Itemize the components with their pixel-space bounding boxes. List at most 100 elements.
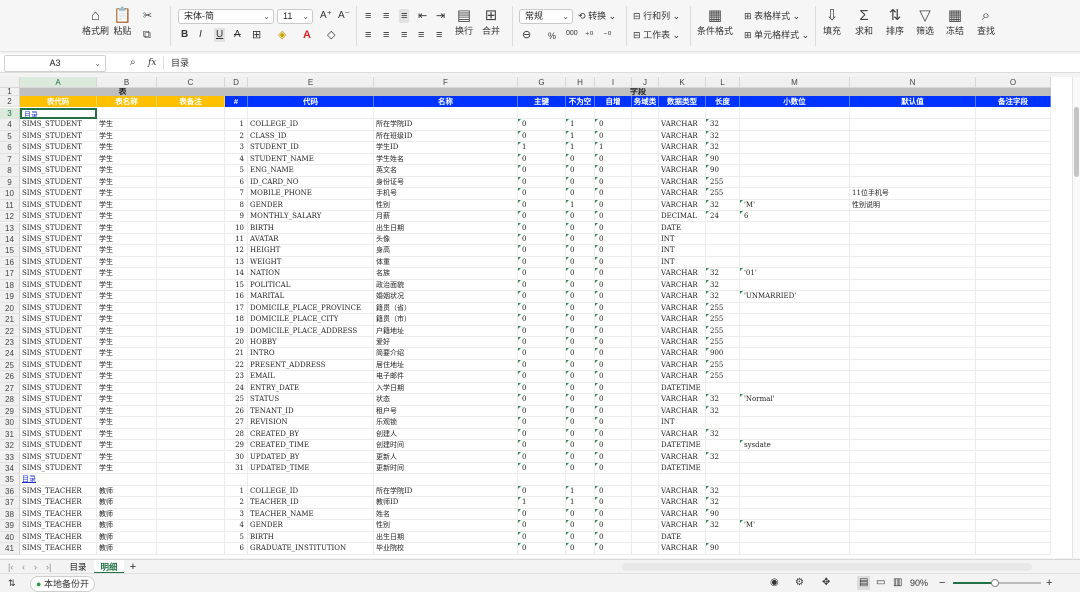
table-cell[interactable]: VARCHAR (659, 302, 706, 315)
table-cell[interactable]: 32 (706, 428, 740, 441)
table-cell[interactable]: AVATAR (248, 233, 374, 246)
table-cell[interactable]: 8 (225, 199, 248, 212)
table-cell[interactable]: HEIGHT (248, 245, 374, 257)
row-number[interactable]: 27 (0, 382, 20, 395)
table-cell[interactable]: 学生ID (374, 142, 518, 154)
table-cell[interactable]: DATE (659, 531, 706, 544)
table-cell[interactable] (850, 302, 976, 315)
italic-icon[interactable]: I (199, 28, 202, 42)
table-cell[interactable]: 教师 (97, 497, 157, 509)
table-cell[interactable]: 32 (706, 199, 740, 212)
table-cell[interactable]: SIMS_STUDENT (20, 314, 97, 326)
table-cell[interactable] (740, 508, 850, 521)
table-cell[interactable]: 0 (595, 394, 632, 406)
eye-icon[interactable]: ◉ (770, 576, 779, 590)
table-cell[interactable]: 1 (595, 142, 632, 154)
table-cell[interactable] (518, 474, 566, 486)
table-cell[interactable]: VARCHAR (659, 130, 706, 143)
row-number[interactable]: 13 (0, 222, 20, 234)
table-cell[interactable] (850, 485, 976, 498)
distribute-icon[interactable]: ≡ (436, 28, 442, 42)
row-number[interactable]: 35 (0, 474, 20, 486)
table-cell[interactable]: 英文名 (374, 165, 518, 177)
table-cell[interactable]: 0 (518, 165, 566, 177)
table-cell[interactable]: 0 (566, 291, 595, 303)
table-cell[interactable]: 0 (518, 211, 566, 223)
table-cell[interactable]: 0 (566, 245, 595, 257)
row-number[interactable]: 31 (0, 428, 20, 441)
table-cell[interactable]: 0 (566, 348, 595, 360)
table-cell[interactable]: SIMS_STUDENT (20, 199, 97, 212)
table-cell[interactable] (740, 245, 850, 257)
table-cell[interactable]: 0 (595, 188, 632, 200)
table-cell[interactable] (632, 302, 659, 315)
table-cell[interactable]: VARCHAR (659, 153, 706, 166)
table-cell[interactable]: DOMICILE_PLACE_PROVINCE (248, 302, 374, 315)
table-cell[interactable] (706, 233, 740, 246)
table-cell[interactable]: SIMS_STUDENT (20, 153, 97, 166)
table-cell[interactable]: SIMS_STUDENT (20, 165, 97, 177)
table-cell[interactable]: 0 (595, 222, 632, 234)
table-cell[interactable]: 0 (566, 176, 595, 189)
table-cell[interactable]: 0 (566, 382, 595, 395)
row-number[interactable]: 34 (0, 462, 20, 475)
table-cell[interactable]: 13 (225, 256, 248, 269)
table-cell[interactable]: 0 (566, 371, 595, 383)
add-sheet-button[interactable]: + (126, 560, 140, 574)
table-cell[interactable] (740, 474, 850, 486)
row-number[interactable]: 36 (0, 485, 20, 498)
table-cell[interactable]: 23 (225, 371, 248, 383)
table-cell[interactable] (850, 348, 976, 360)
table-cell[interactable]: 性别 (374, 199, 518, 212)
table-cell[interactable]: 0 (566, 337, 595, 349)
table-cell[interactable]: VARCHAR (659, 199, 706, 212)
table-cell[interactable] (850, 245, 976, 257)
table-cell[interactable]: 0 (518, 348, 566, 360)
table-cell[interactable]: SIMS_TEACHER (20, 485, 97, 498)
table-cell[interactable] (157, 531, 225, 544)
table-cell[interactable]: 身高 (374, 245, 518, 257)
row-number[interactable]: 15 (0, 245, 20, 257)
indent-increase-icon[interactable]: ⇥ (436, 9, 445, 23)
table-cell[interactable]: MOBILE_PHONE (248, 188, 374, 200)
table-cell[interactable] (850, 462, 976, 475)
table-cell[interactable]: 0 (518, 314, 566, 326)
catalog-link[interactable]: 目录 (20, 108, 97, 120)
table-cell[interactable] (976, 142, 1051, 154)
row-number[interactable]: 3 (0, 108, 20, 120)
table-cell[interactable]: 11 (225, 233, 248, 246)
table-cell[interactable] (595, 474, 632, 486)
align-bottom-icon[interactable]: ≡ (399, 9, 410, 23)
table-cell[interactable]: DOMICILE_PLACE_CITY (248, 314, 374, 326)
table-cell[interactable]: 31 (225, 462, 248, 475)
table-cell[interactable]: 学生 (97, 462, 157, 475)
table-cell[interactable] (850, 451, 976, 463)
table-cell[interactable]: 0 (595, 543, 632, 555)
table-cell[interactable]: 出生日期 (374, 222, 518, 234)
table-cell[interactable] (976, 108, 1051, 120)
table-cell[interactable] (157, 108, 225, 120)
table-cell[interactable]: HOBBY (248, 337, 374, 349)
table-cell[interactable] (976, 543, 1051, 555)
table-cell[interactable]: 状态 (374, 394, 518, 406)
row-number[interactable]: 28 (0, 394, 20, 406)
table-cell[interactable] (850, 440, 976, 452)
row-number[interactable]: 23 (0, 337, 20, 349)
table-cell[interactable]: ID_CARD_NO (248, 176, 374, 189)
freeze-button[interactable]: ▦ 冻结 (946, 6, 964, 37)
table-cell[interactable] (740, 176, 850, 189)
table-cell[interactable]: 0 (518, 405, 566, 418)
table-cell[interactable]: 学生 (97, 245, 157, 257)
sheet-list-icon[interactable]: ⇅ (8, 576, 16, 590)
table-cell[interactable]: 32 (706, 394, 740, 406)
table-cell[interactable]: 30 (225, 451, 248, 463)
table-cell[interactable]: VARCHAR (659, 543, 706, 555)
rows-cols-button[interactable]: ⊟ 行和列 ⌄ (633, 9, 680, 23)
row-number[interactable]: 41 (0, 543, 20, 555)
decimal-increase-icon[interactable]: ⁺⁰ (585, 28, 593, 42)
thousands-button[interactable]: 000 (566, 27, 578, 41)
spreadsheet-grid[interactable]: ABCDEFGHIJKLMNO 表字段 1 2 表代码 表名称 表备注 # 代码 名称 主键 不为… (0, 77, 1080, 558)
table-cell[interactable]: 月薪 (374, 211, 518, 223)
row-number[interactable]: 38 (0, 508, 20, 521)
table-cell[interactable]: 0 (518, 245, 566, 257)
